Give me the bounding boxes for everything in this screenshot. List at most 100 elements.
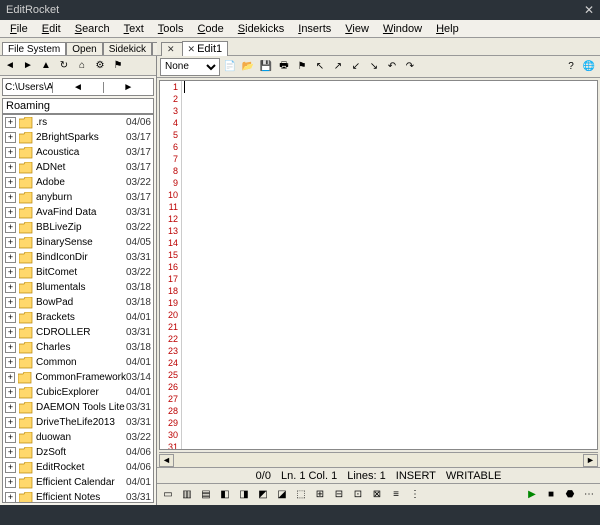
bookmark-icon[interactable]: ⚑ [294, 59, 310, 75]
expand-icon[interactable]: + [5, 132, 16, 143]
undo-icon[interactable]: ↶ [384, 59, 400, 75]
expand-icon[interactable]: + [5, 207, 16, 218]
print-icon[interactable]: 🖶 [276, 59, 292, 75]
bt-icon-14[interactable]: ⋮ [407, 487, 423, 503]
expand-icon[interactable]: + [5, 357, 16, 368]
folder-item[interactable]: +CDROLLER03/31 [3, 325, 153, 340]
editor-tab[interactable]: ✕Edit1 [182, 41, 229, 56]
open-file-icon[interactable]: 📂 [240, 59, 256, 75]
folder-item[interactable]: +Efficient Notes03/31 [3, 490, 153, 503]
folder-item[interactable]: +Charles03/18 [3, 340, 153, 355]
scroll-right-icon[interactable]: ► [583, 454, 598, 467]
expand-icon[interactable]: + [5, 312, 16, 323]
folder-item[interactable]: +BitComet03/22 [3, 265, 153, 280]
bt-icon-3[interactable]: ▤ [198, 487, 214, 503]
expand-icon[interactable]: + [5, 282, 16, 293]
syntax-select[interactable]: None [160, 58, 220, 76]
bt-icon-7[interactable]: ◪ [274, 487, 290, 503]
folder-item[interactable]: +CommonFramework03/14 [3, 370, 153, 385]
refresh-icon[interactable]: ↻ [56, 58, 72, 74]
menu-edit[interactable]: Edit [36, 22, 67, 36]
folder-item[interactable]: +.rs04/06 [3, 115, 153, 130]
stop-icon[interactable]: ■ [543, 487, 559, 503]
expand-icon[interactable]: + [5, 477, 16, 488]
arrow3-icon[interactable]: ↙ [348, 59, 364, 75]
arrow1-icon[interactable]: ↖ [312, 59, 328, 75]
expand-icon[interactable]: + [5, 267, 16, 278]
tool-icon-1[interactable]: ⚙ [92, 58, 108, 74]
expand-icon[interactable]: + [5, 327, 16, 338]
folder-item[interactable]: +Adobe03/22 [3, 175, 153, 190]
folder-item[interactable]: +AvaFind Data03/31 [3, 205, 153, 220]
expand-icon[interactable]: + [5, 342, 16, 353]
bt-icon-1[interactable]: ▭ [160, 487, 176, 503]
folder-item[interactable]: +BBLiveZip03/22 [3, 220, 153, 235]
expand-icon[interactable]: + [5, 447, 16, 458]
menu-text[interactable]: Text [118, 22, 150, 36]
bt-icon-13[interactable]: ≡ [388, 487, 404, 503]
folder-item[interactable]: +Efficient Calendar04/01 [3, 475, 153, 490]
path-next-icon[interactable]: ► [103, 82, 153, 93]
expand-icon[interactable]: + [5, 402, 16, 413]
folder-item[interactable]: +DriveTheLife201303/31 [3, 415, 153, 430]
run-icon[interactable]: ▶ [524, 487, 540, 503]
menu-inserts[interactable]: Inserts [292, 22, 337, 36]
expand-icon[interactable]: + [5, 462, 16, 473]
folder-item[interactable]: +duowan03/22 [3, 430, 153, 445]
bt-icon-12[interactable]: ⊠ [369, 487, 385, 503]
bt-icon-6[interactable]: ◩ [255, 487, 271, 503]
redo-icon[interactable]: ↷ [402, 59, 418, 75]
menu-view[interactable]: View [339, 22, 375, 36]
menu-window[interactable]: Window [377, 22, 428, 36]
h-scrollbar[interactable]: ◄ ► [159, 452, 598, 467]
path-prev-icon[interactable]: ◄ [52, 82, 102, 93]
bt-icon-10[interactable]: ⊟ [331, 487, 347, 503]
expand-icon[interactable]: + [5, 297, 16, 308]
close-window-icon[interactable]: ✕ [584, 3, 594, 17]
folder-item[interactable]: +BindIconDir03/31 [3, 250, 153, 265]
folder-item[interactable]: +anyburn03/17 [3, 190, 153, 205]
folder-item[interactable]: +EditRocket04/06 [3, 460, 153, 475]
panel-tab-sidekick[interactable]: Sidekick [103, 42, 152, 55]
folder-item[interactable]: +ADNet03/17 [3, 160, 153, 175]
menu-code[interactable]: Code [191, 22, 229, 36]
folder-item[interactable]: +Acoustica03/17 [3, 145, 153, 160]
expand-icon[interactable]: + [5, 147, 16, 158]
text-editor[interactable] [182, 81, 597, 449]
new-file-icon[interactable]: 📄 [222, 59, 238, 75]
expand-icon[interactable]: + [5, 372, 15, 383]
folder-item[interactable]: +BowPad03/18 [3, 295, 153, 310]
folder-item[interactable]: +DAEMON Tools Lite03/31 [3, 400, 153, 415]
help-icon[interactable]: ? [563, 59, 579, 75]
menu-help[interactable]: Help [430, 22, 465, 36]
home-icon[interactable]: ⌂ [74, 58, 90, 74]
menu-file[interactable]: File [4, 22, 34, 36]
expand-icon[interactable]: + [5, 192, 16, 203]
path-field[interactable]: C:\Users\Administrator\AppData\Roaming ◄… [2, 78, 154, 96]
arrow2-icon[interactable]: ↗ [330, 59, 346, 75]
folder-tree[interactable]: +.rs04/06+2BrightSparks03/17+Acoustica03… [2, 114, 154, 503]
globe-icon[interactable]: 🌐 [581, 59, 597, 75]
scroll-left-icon[interactable]: ◄ [159, 454, 174, 467]
editor-tab-close-icon[interactable]: ✕ [161, 42, 182, 56]
folder-item[interactable]: +2BrightSparks03/17 [3, 130, 153, 145]
nav-back-icon[interactable]: ◄ [2, 58, 18, 74]
menu-tools[interactable]: Tools [152, 22, 190, 36]
folder-item[interactable]: +CubicExplorer04/01 [3, 385, 153, 400]
save-file-icon[interactable]: 💾 [258, 59, 274, 75]
bt-icon-4[interactable]: ◧ [217, 487, 233, 503]
nav-fwd-icon[interactable]: ► [20, 58, 36, 74]
tree-root[interactable]: Roaming [2, 98, 154, 114]
folder-item[interactable]: +Brackets04/01 [3, 310, 153, 325]
bt-icon-8[interactable]: ⬚ [293, 487, 309, 503]
menu-search[interactable]: Search [69, 22, 116, 36]
menu-sidekicks[interactable]: Sidekicks [232, 22, 290, 36]
expand-icon[interactable]: + [5, 417, 16, 428]
more-icon[interactable]: ⋯ [581, 487, 597, 503]
nav-up-icon[interactable]: ▲ [38, 58, 54, 74]
tool-icon-2[interactable]: ⚑ [110, 58, 126, 74]
expand-icon[interactable]: + [5, 177, 16, 188]
expand-icon[interactable]: + [5, 252, 16, 263]
expand-icon[interactable]: + [5, 492, 16, 503]
folder-item[interactable]: +Common04/01 [3, 355, 153, 370]
